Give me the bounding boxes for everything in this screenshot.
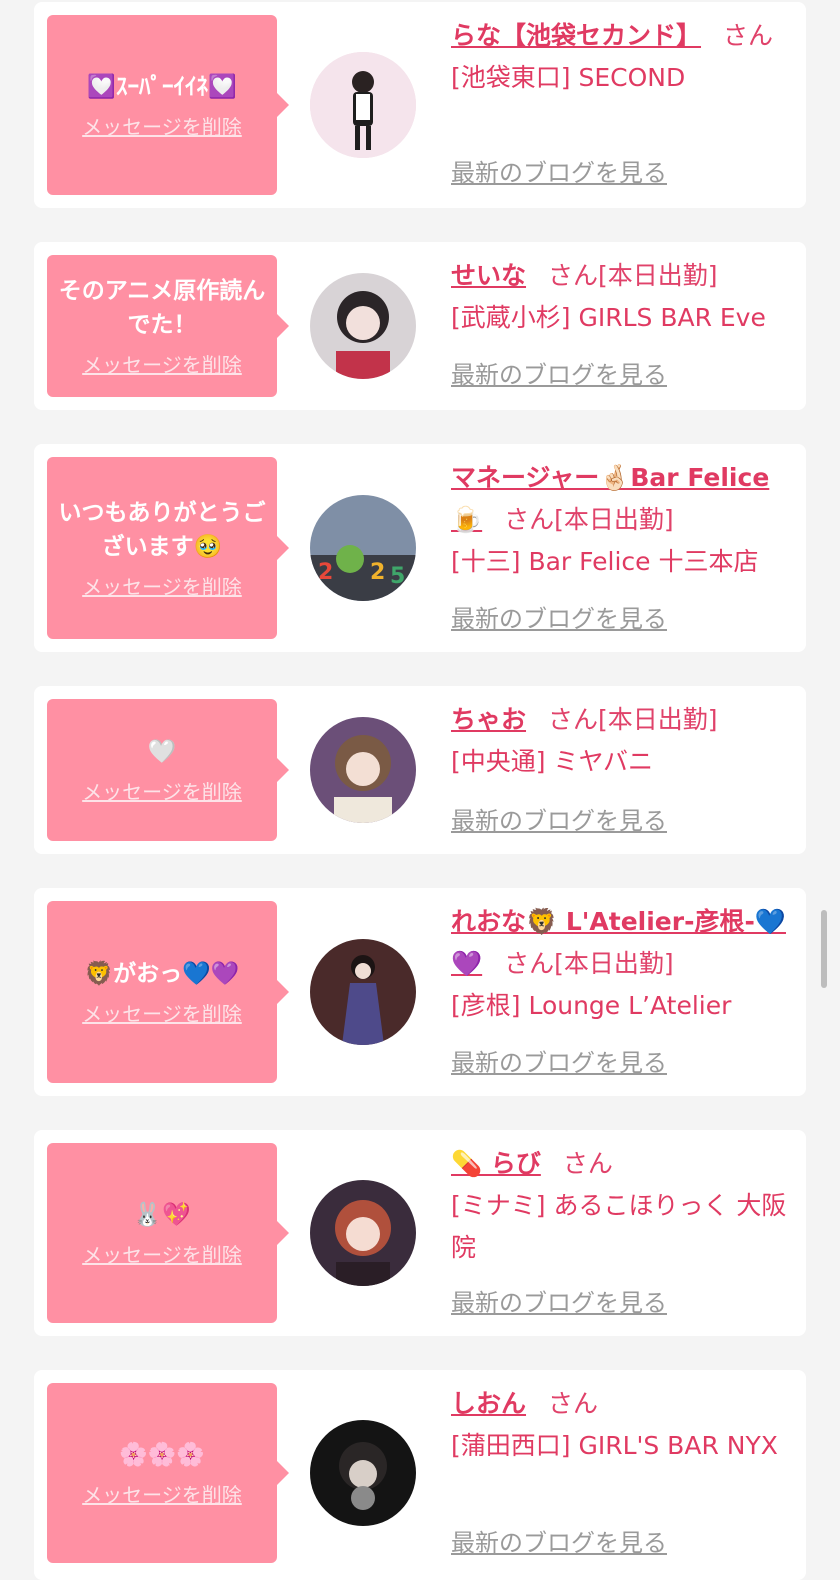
delete-message-button[interactable]: メッセージを削除: [82, 1482, 242, 1508]
delete-message-button[interactable]: メッセージを削除: [82, 1242, 242, 1268]
user-info: れおな🦁 L'Atelier-彦根-💙💜 さん[本日出勤] [彦根] Lounge…: [451, 901, 796, 1027]
user-name-link[interactable]: ちゃお: [451, 705, 526, 734]
avatar-girl-icon: [310, 1180, 416, 1286]
honorific: さん: [504, 949, 555, 978]
status-badge: [本日出勤]: [554, 949, 674, 978]
status-badge: [本日出勤]: [598, 705, 718, 734]
shop-name: [中央通] ミヤバニ: [451, 747, 653, 776]
shop-name: [蒲田西口] GIRL'S BAR NYX: [451, 1431, 778, 1460]
avatar-girl-icon: [310, 273, 416, 379]
honorific: さん: [504, 505, 555, 534]
user-info: らな【池袋セカンド】 さん [池袋東口] SECOND: [451, 15, 796, 99]
message-bubble: 🌸🌸🌸 メッセージを削除: [47, 1383, 289, 1563]
message-bubble: 🤍 メッセージを削除: [47, 699, 289, 841]
list-item: 💟ｽｰﾊﾟｰｲｲﾈ💟 メッセージを削除 らな【池袋セカンド】 さん [池袋東口] …: [34, 2, 806, 208]
message-bubble: そのアニメ原作読んでた！ メッセージを削除: [47, 255, 289, 397]
shop-name: [十三] Bar Felice 十三本店: [451, 547, 759, 576]
latest-blog-link[interactable]: 最新のブログを見る: [451, 1288, 667, 1318]
user-info: マネージャー🤞🏻Bar Felice🍺 さん[本日出勤] [十三] Bar Fel…: [451, 457, 796, 583]
user-info: しおん さん [蒲田西口] GIRL'S BAR NYX: [451, 1383, 796, 1467]
avatar[interactable]: 2 2 5: [310, 495, 416, 601]
delete-message-button[interactable]: メッセージを削除: [82, 114, 242, 140]
message-list: 💟ｽｰﾊﾟｰｲｲﾈ💟 メッセージを削除 らな【池袋セカンド】 さん [池袋東口] …: [0, 0, 840, 1580]
user-name-link[interactable]: 💊 らび: [451, 1149, 541, 1178]
list-item: 🐰💖 メッセージを削除 💊 らび さん [ミナミ] あるこほりっく 大阪院 最新の…: [34, 1130, 806, 1336]
avatar[interactable]: [310, 1420, 416, 1526]
honorific: さん: [548, 261, 599, 290]
user-name-link[interactable]: せいな: [451, 261, 526, 290]
shop-name: [ミナミ] あるこほりっく 大阪院: [451, 1191, 787, 1262]
latest-blog-link[interactable]: 最新のブログを見る: [451, 604, 667, 634]
list-item: 🤍 メッセージを削除 ちゃお さん[本日出勤] [中央通] ミヤバニ 最新のブログ…: [34, 686, 806, 854]
honorific: さん: [548, 705, 599, 734]
status-badge: [本日出勤]: [554, 505, 674, 534]
delete-message-button[interactable]: メッセージを削除: [82, 779, 242, 805]
avatar-girl-icon: [310, 717, 416, 823]
avatar[interactable]: [310, 717, 416, 823]
avatar[interactable]: [310, 939, 416, 1045]
message-bubble: いつもありがとうございます🥹 メッセージを削除: [47, 457, 289, 639]
user-info: せいな さん[本日出勤] [武蔵小杉] GIRLS BAR Eve: [451, 255, 796, 339]
list-item: 🌸🌸🌸 メッセージを削除 しおん さん [蒲田西口] GIRL'S BAR NYX…: [34, 1370, 806, 1580]
avatar-2025-icon: 2 2 5: [310, 495, 416, 601]
latest-blog-link[interactable]: 最新のブログを見る: [451, 158, 667, 188]
list-item: そのアニメ原作読んでた！ メッセージを削除 せいな さん[本日出勤] [武蔵小杉]…: [34, 242, 806, 410]
avatar[interactable]: [310, 273, 416, 379]
user-name-link[interactable]: らな【池袋セカンド】: [451, 21, 701, 50]
list-item: 🦁がおっ💙💜 メッセージを削除 れおな🦁 L'Atelier-彦根-💙💜 さん[本…: [34, 888, 806, 1096]
delete-message-button[interactable]: メッセージを削除: [82, 574, 242, 600]
message-text: いつもありがとうございます🥹: [58, 500, 266, 560]
message-bubble: 💟ｽｰﾊﾟｰｲｲﾈ💟 メッセージを削除: [47, 15, 289, 195]
svg-text:2: 2: [318, 560, 333, 585]
user-info: ちゃお さん[本日出勤] [中央通] ミヤバニ: [451, 699, 796, 783]
message-text: 💟ｽｰﾊﾟｰｲｲﾈ💟: [87, 74, 237, 100]
avatar-maid-icon: [310, 52, 416, 158]
avatar[interactable]: [310, 1180, 416, 1286]
message-text: 🐰💖: [133, 1202, 191, 1228]
svg-text:2: 2: [370, 560, 385, 585]
message-text: そのアニメ原作読んでた！: [58, 278, 266, 338]
latest-blog-link[interactable]: 最新のブログを見る: [451, 360, 667, 390]
latest-blog-link[interactable]: 最新のブログを見る: [451, 1528, 667, 1558]
message-text: 🤍: [147, 739, 177, 765]
user-info: 💊 らび さん [ミナミ] あるこほりっく 大阪院: [451, 1143, 796, 1269]
latest-blog-link[interactable]: 最新のブログを見る: [451, 1048, 667, 1078]
honorific: さん: [548, 1389, 599, 1418]
message-bubble: 🦁がおっ💙💜 メッセージを削除: [47, 901, 289, 1083]
delete-message-button[interactable]: メッセージを削除: [82, 1001, 242, 1027]
svg-text:5: 5: [390, 564, 405, 589]
status-badge: [本日出勤]: [598, 261, 718, 290]
message-bubble: 🐰💖 メッセージを削除: [47, 1143, 289, 1323]
list-item: いつもありがとうございます🥹 メッセージを削除 2 2 5 マネージャー🤞🏻Ba…: [34, 444, 806, 652]
shop-name: [武蔵小杉] GIRLS BAR Eve: [451, 303, 766, 332]
avatar-dark-icon: [310, 1420, 416, 1526]
honorific: さん: [562, 1149, 613, 1178]
user-name-link[interactable]: しおん: [451, 1389, 526, 1418]
message-text: 🌸🌸🌸: [119, 1442, 205, 1468]
scrollbar[interactable]: [821, 910, 827, 988]
avatar-dress-icon: [310, 939, 416, 1045]
delete-message-button[interactable]: メッセージを削除: [82, 352, 242, 378]
latest-blog-link[interactable]: 最新のブログを見る: [451, 806, 667, 836]
shop-name: [池袋東口] SECOND: [451, 63, 686, 92]
shop-name: [彦根] Lounge L’Atelier: [451, 991, 732, 1020]
message-text: 🦁がおっ💙💜: [84, 961, 240, 987]
honorific: さん: [723, 21, 774, 50]
avatar[interactable]: [310, 52, 416, 158]
